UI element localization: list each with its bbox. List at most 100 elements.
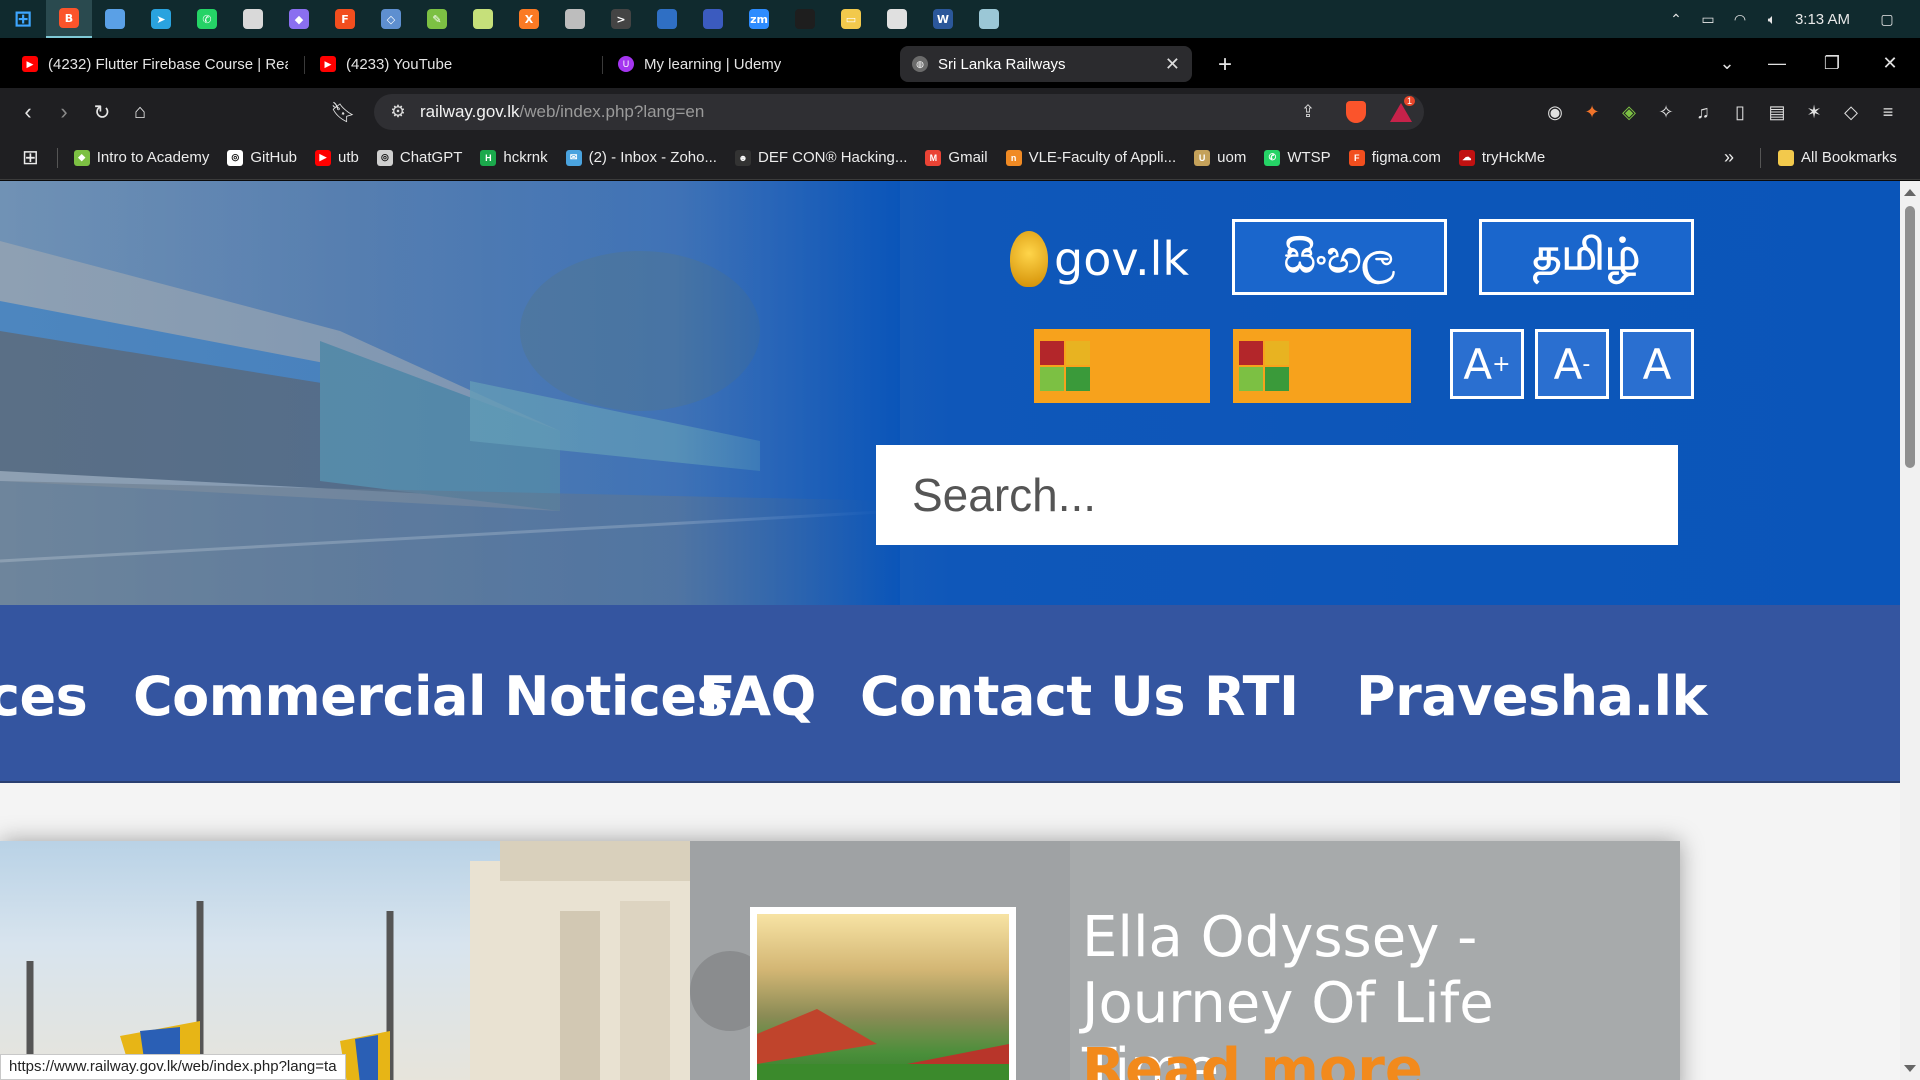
taskbar-app[interactable]: W: [920, 0, 966, 38]
taskbar-app[interactable]: B: [46, 0, 92, 38]
address-bar[interactable]: ⚙ railway.gov.lk/web/index.php?lang=en ⇪…: [374, 94, 1424, 130]
taskbar-app[interactable]: [874, 0, 920, 38]
notepad-icon: ✎: [427, 9, 447, 29]
taskbar-app[interactable]: ⊞: [0, 0, 46, 38]
bookmark-item[interactable]: ◆ Intro to Academy: [73, 149, 209, 166]
bookmark-item[interactable]: M Gmail: [925, 149, 988, 166]
page-scrollbar[interactable]: [1900, 181, 1920, 1080]
taskbar-app[interactable]: F: [322, 0, 368, 38]
nav-item-notices[interactable]: ces: [0, 665, 88, 728]
extension-icon[interactable]: ◉: [1542, 99, 1568, 125]
bookmark-item[interactable]: ✉ (2) - Inbox - Zoho...: [565, 149, 717, 166]
clock[interactable]: 3:13 AM: [1795, 11, 1850, 28]
taskbar-app[interactable]: ✎: [414, 0, 460, 38]
battery-icon[interactable]: ▭: [1699, 10, 1717, 28]
scrollbar-thumb[interactable]: [1905, 206, 1915, 468]
chevron-up-icon[interactable]: ⌃: [1667, 10, 1685, 28]
bookmark-item[interactable]: Uuom: [1194, 149, 1246, 166]
share-icon[interactable]: ⇪: [1294, 94, 1322, 130]
nav-item-commercial-notices[interactable]: Commercial Notices: [133, 665, 729, 728]
taskbar-app[interactable]: ✆: [184, 0, 230, 38]
volume-icon[interactable]: 🔈︎: [1763, 10, 1781, 28]
taskbar-app[interactable]: [92, 0, 138, 38]
more-bookmarks-icon[interactable]: »: [1724, 147, 1734, 168]
media-icon[interactable]: ♫: [1690, 99, 1716, 125]
site-settings-icon[interactable]: ⚙: [388, 94, 408, 130]
taskbar-app[interactable]: [460, 0, 506, 38]
brave-rewards-icon[interactable]: 1: [1386, 94, 1416, 130]
bookmark-item[interactable]: ▶ utb: [315, 149, 359, 166]
wifi-icon[interactable]: ◠: [1731, 10, 1749, 28]
taskbar-app[interactable]: >: [598, 0, 644, 38]
sinhala-keyboard-banner[interactable]: [1034, 329, 1210, 403]
bookmark-item[interactable]: Hhckrnk: [480, 149, 548, 166]
bookmark-item[interactable]: ◎ ChatGPT: [376, 149, 462, 166]
taskbar-app[interactable]: ◇: [368, 0, 414, 38]
taskbar-app[interactable]: [644, 0, 690, 38]
bookmark-item[interactable]: ◎ GitHub: [227, 149, 297, 166]
taskbar-app[interactable]: [552, 0, 598, 38]
notification-icon[interactable]: ▢: [1878, 10, 1896, 28]
leo-ai-icon[interactable]: ✶: [1801, 99, 1827, 125]
taskbar-app[interactable]: [782, 0, 828, 38]
bookmark-item[interactable]: ☁ tryHckMe: [1458, 149, 1545, 166]
taskbar-app[interactable]: ◆: [276, 0, 322, 38]
taskbar-app[interactable]: [690, 0, 736, 38]
bookmark-item[interactable]: Ffigma.com: [1348, 149, 1441, 166]
nav-item-contact-us[interactable]: Contact Us: [860, 665, 1186, 728]
tamil-keyboard-banner[interactable]: [1233, 329, 1411, 403]
bookmark-item[interactable]: ✆ WTSP: [1264, 149, 1331, 166]
scroll-down-icon[interactable]: [1904, 1065, 1916, 1072]
home-button[interactable]: ⌂: [126, 98, 154, 126]
back-button[interactable]: ‹: [14, 98, 42, 126]
all-bookmarks[interactable]: All Bookmarks: [1778, 149, 1897, 166]
sidebar-icon[interactable]: ▯: [1727, 99, 1753, 125]
reload-button[interactable]: ↻: [88, 98, 116, 126]
taskbar-app[interactable]: X: [506, 0, 552, 38]
bookmark-icon[interactable]: 🔖︎: [329, 98, 357, 126]
zoom-icon: zm: [749, 9, 769, 29]
sinhala-language-button[interactable]: සිංහල: [1232, 219, 1447, 295]
tab-youtube[interactable]: ▶ (4233) YouTube: [308, 46, 598, 82]
tamil-language-button[interactable]: தமிழ்: [1479, 219, 1694, 295]
terminal-icon: >: [611, 9, 631, 29]
vpn-icon[interactable]: ◇: [1838, 99, 1864, 125]
bookmark-item[interactable]: n VLE-Faculty of Appli...: [1005, 149, 1176, 166]
site-search-input[interactable]: [876, 445, 1678, 545]
scroll-up-icon[interactable]: [1904, 189, 1916, 196]
extensions-puzzle-icon[interactable]: ✧: [1653, 99, 1679, 125]
tab-sri-lanka-railways[interactable]: ◍ Sri Lanka Railways ✕: [900, 46, 1192, 82]
bookmark-label: uom: [1217, 149, 1247, 166]
nav-item-rti[interactable]: RTI: [1204, 665, 1299, 728]
font-reset-button[interactable]: A: [1620, 329, 1694, 399]
slide-thumbnail[interactable]: [750, 907, 1016, 1080]
minimize-button[interactable]: —: [1755, 51, 1799, 75]
taskbar-app[interactable]: [966, 0, 1012, 38]
font-increase-button[interactable]: A +: [1450, 329, 1524, 399]
tab-search-chevron-icon[interactable]: ⌄: [1705, 51, 1749, 75]
new-tab-button[interactable]: +: [1208, 48, 1242, 82]
nav-item-pravesha[interactable]: Pravesha.lk: [1356, 665, 1707, 728]
read-more-link[interactable]: Read more: [1082, 1037, 1423, 1080]
brave-shields-icon[interactable]: [1342, 94, 1370, 130]
apps-grid-icon[interactable]: ⊞: [22, 145, 39, 170]
gov-lk-logo[interactable]: gov.lk: [1010, 231, 1189, 287]
chatgpt-icon: ◎: [376, 149, 393, 166]
extension-icon[interactable]: ◈: [1616, 99, 1642, 125]
wallet-icon[interactable]: ▤: [1764, 99, 1790, 125]
tab-flutter[interactable]: ▶ (4232) Flutter Firebase Course | Real: [10, 46, 300, 82]
extension-icon[interactable]: ✦: [1579, 99, 1605, 125]
restore-button[interactable]: ❐: [1810, 51, 1854, 75]
taskbar-app[interactable]: ➤: [138, 0, 184, 38]
taskbar-app[interactable]: zm: [736, 0, 782, 38]
forward-button[interactable]: ›: [50, 98, 78, 126]
taskbar-app[interactable]: [230, 0, 276, 38]
taskbar-app[interactable]: ▭: [828, 0, 874, 38]
bookmark-item[interactable]: ☻ DEF CON® Hacking...: [734, 149, 907, 166]
tab-udemy[interactable]: U My learning | Udemy: [606, 46, 896, 82]
close-tab-icon[interactable]: ✕: [1165, 54, 1180, 75]
font-decrease-button[interactable]: A-: [1535, 329, 1609, 399]
close-window-button[interactable]: ✕: [1868, 51, 1912, 75]
menu-icon[interactable]: ≡: [1875, 99, 1901, 125]
nav-item-faq[interactable]: FAQ: [699, 665, 816, 728]
